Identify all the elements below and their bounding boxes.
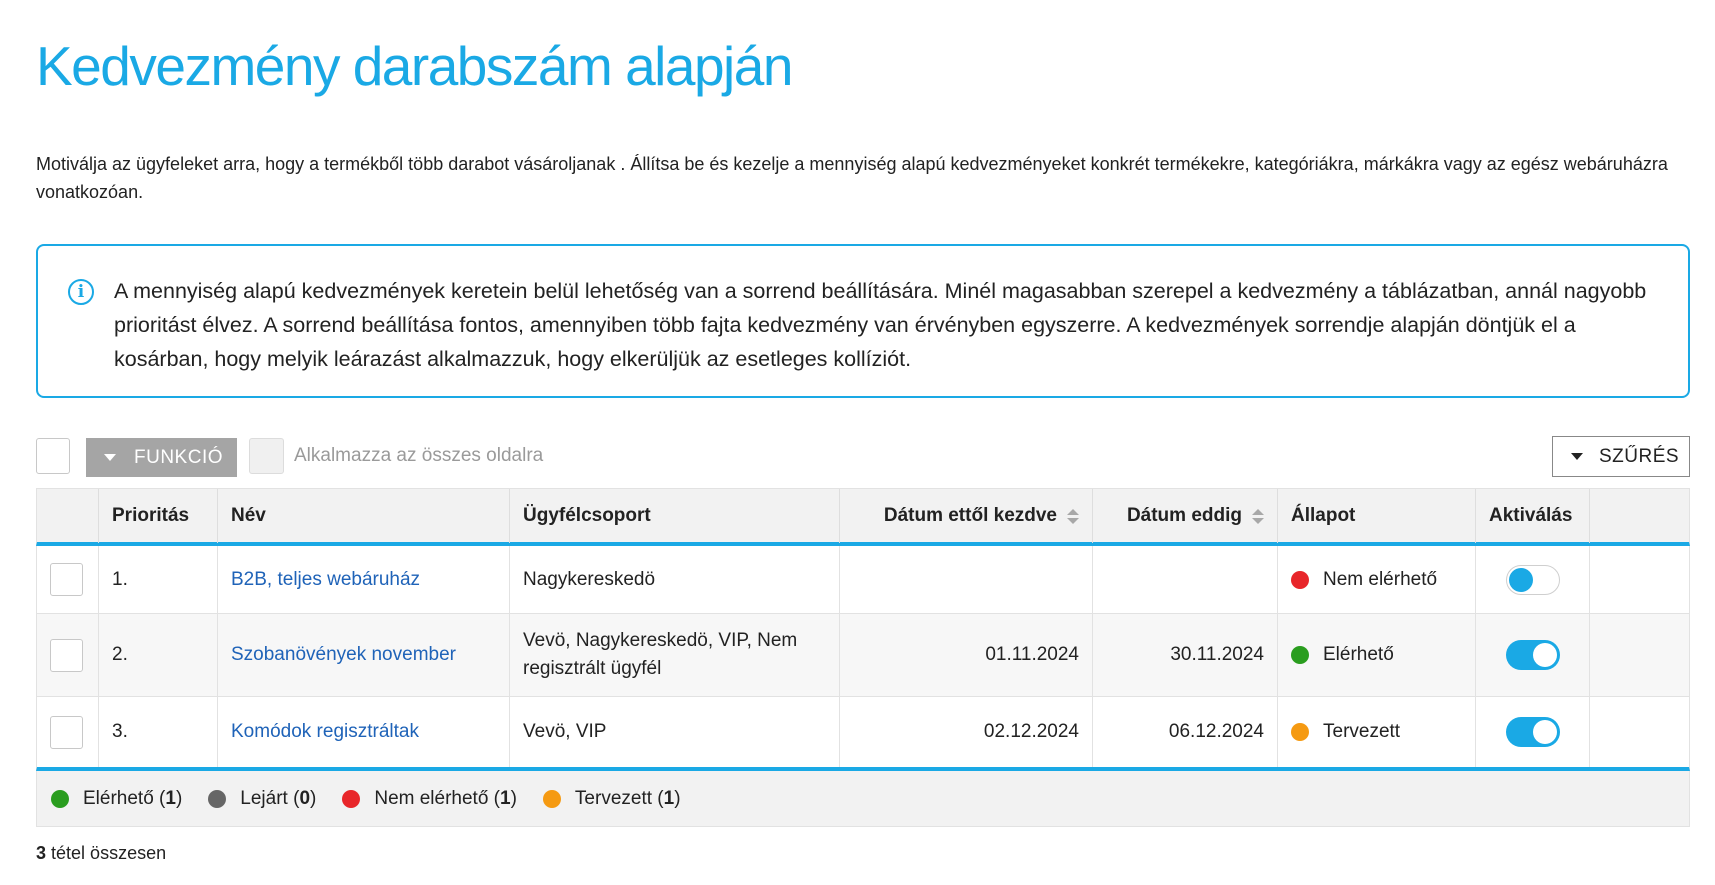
status-cell: Elérhető <box>1278 614 1476 696</box>
table-header: Prioritás Név Ügyfélcsoport Dátum ettől … <box>36 488 1690 546</box>
customer-group-cell: Vevö, Nagykereskedö, VIP, Nem regisztrál… <box>510 614 840 696</box>
status-dot-orange-icon <box>542 789 561 808</box>
legend-item: Nem elérhető (1) <box>342 788 517 810</box>
legend-count: 1 <box>165 787 176 809</box>
header-date-from[interactable]: Dátum ettől kezdve <box>840 489 1093 543</box>
row-checkbox[interactable] <box>50 563 83 596</box>
empty-cell <box>1590 697 1689 767</box>
function-button-label: FUNKCIÓ <box>134 446 223 468</box>
legend-item: Tervezett (1) <box>542 787 681 810</box>
header-customer-group[interactable]: Ügyfélcsoport <box>510 489 840 543</box>
customer-group-cell: Vevö, VIP <box>510 697 840 767</box>
select-all-checkbox[interactable] <box>36 438 70 474</box>
status-cell: Nem elérhető <box>1278 546 1476 613</box>
empty-cell <box>1590 546 1689 613</box>
status-dot-red-icon <box>1291 570 1309 589</box>
header-activation: Aktiválás <box>1476 489 1590 543</box>
status-dot-red-icon <box>342 789 361 808</box>
discount-name-link[interactable]: B2B, teljes webáruház <box>231 569 420 591</box>
activation-toggle[interactable] <box>1505 717 1560 747</box>
date-from-cell <box>840 546 1093 613</box>
priority-cell: 1. <box>99 546 218 613</box>
page-title: Kedvezmény darabszám alapján <box>36 35 793 97</box>
legend-count: 1 <box>663 787 675 809</box>
date-from-cell: 01.11.2024 <box>840 614 1093 696</box>
header-status[interactable]: Állapot <box>1278 489 1476 543</box>
row-checkbox[interactable] <box>50 715 83 749</box>
caret-down-icon <box>1571 453 1583 460</box>
activation-toggle[interactable] <box>1505 640 1560 670</box>
name-cell: B2B, teljes webáruház <box>218 546 510 613</box>
legend-item: Elérhető (1) <box>51 788 182 810</box>
activation-cell <box>1476 614 1590 696</box>
total-count: 3 tétel összesen <box>36 843 166 864</box>
priority-cell: 2. <box>99 614 218 696</box>
page-intro: Motiválja az ügyfeleket arra, hogy a ter… <box>36 154 1668 202</box>
legend-item: Lejárt (0) <box>208 788 316 810</box>
header-empty-col <box>1590 489 1689 543</box>
row-checkbox[interactable] <box>50 638 83 672</box>
total-count-label: tétel összesen <box>51 843 167 863</box>
table-row: 2. Szobanövények november Vevö, Nagykere… <box>37 614 1689 697</box>
empty-cell <box>1590 614 1689 696</box>
discount-name-link[interactable]: Komódok regisztráltak <box>231 721 419 743</box>
legend-count: 1 <box>500 787 511 809</box>
sort-icon[interactable] <box>1252 508 1264 524</box>
info-box: i A mennyiség alapú kedvezmények keretei… <box>36 244 1690 398</box>
header-priority[interactable]: Prioritás <box>99 489 218 543</box>
info-circle-icon: i <box>68 279 94 305</box>
date-to-cell: 30.11.2024 <box>1093 614 1278 696</box>
apply-all-pages-label: Alkalmazza az összes oldalra <box>294 445 544 466</box>
header-date-from-label: Dátum ettől kezdve <box>883 505 1057 526</box>
discount-name-link[interactable]: Szobanövények november <box>231 644 456 666</box>
legend-label: Nem elérhető <box>374 787 489 809</box>
legend-label: Lejárt <box>240 787 288 809</box>
legend-count: 0 <box>299 787 311 809</box>
header-date-to[interactable]: Dátum eddig <box>1093 489 1278 543</box>
status-dot-green-icon <box>1291 646 1309 664</box>
activation-toggle[interactable] <box>1505 564 1560 595</box>
customer-group-cell: Nagykereskedö <box>510 546 840 613</box>
sort-icon[interactable] <box>1067 508 1079 524</box>
info-text: A mennyiség alapú kedvezmények keretein … <box>114 279 1647 371</box>
table-row: 1. B2B, teljes webáruház Nagykereskedö N… <box>37 546 1689 614</box>
legend-label: Elérhető <box>83 787 154 809</box>
status-dot-gray-icon <box>208 789 227 808</box>
name-cell: Szobanövények november <box>218 614 510 696</box>
header-name[interactable]: Név <box>218 489 510 543</box>
activation-cell <box>1476 546 1590 613</box>
row-checkbox-cell <box>37 546 99 613</box>
priority-cell: 3. <box>99 697 218 767</box>
name-cell: Komódok regisztráltak <box>218 697 510 767</box>
status-cell: Tervezett <box>1278 697 1476 767</box>
status-label: Elérhető <box>1323 644 1394 665</box>
row-checkbox-cell <box>37 697 99 767</box>
status-dot-orange-icon <box>1291 723 1309 741</box>
function-button[interactable]: FUNKCIÓ <box>86 438 237 477</box>
date-to-cell <box>1093 546 1278 613</box>
caret-down-icon <box>104 454 116 461</box>
date-from-cell: 02.12.2024 <box>840 697 1093 767</box>
total-count-number: 3 <box>36 843 47 863</box>
row-checkbox-cell <box>37 614 99 696</box>
status-dot-green-icon <box>51 789 69 808</box>
table-body: 1. B2B, teljes webáruház Nagykereskedö N… <box>36 546 1690 771</box>
legend-label: Tervezett <box>574 787 653 809</box>
status-label: Tervezett <box>1323 721 1401 742</box>
status-label: Nem elérhető <box>1323 568 1438 590</box>
header-checkbox-col <box>37 489 99 543</box>
activation-cell <box>1476 697 1590 767</box>
date-to-cell: 06.12.2024 <box>1093 697 1278 767</box>
table-row: 3. Komódok regisztráltak Vevö, VIP 02.12… <box>37 697 1689 767</box>
filter-button[interactable]: SZŰRÉS <box>1552 436 1690 477</box>
filter-button-label: SZŰRÉS <box>1599 445 1680 467</box>
discount-table: Prioritás Név Ügyfélcsoport Dátum ettől … <box>36 488 1690 827</box>
apply-all-pages-checkbox[interactable] <box>249 438 284 474</box>
header-date-to-label: Dátum eddig <box>1126 505 1242 526</box>
status-legend: Elérhető (1) Lejárt (0) Nem elérhető (1)… <box>36 771 1690 827</box>
